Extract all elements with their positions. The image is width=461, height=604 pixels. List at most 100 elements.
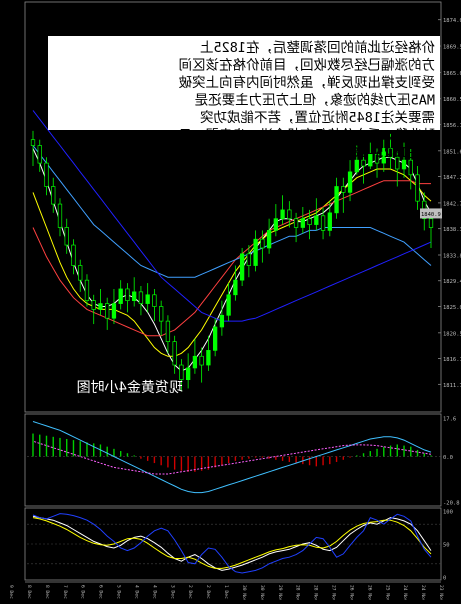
candle [327,201,332,237]
time-tick-label: 8 Dec 00:00 [44,585,50,600]
time-tick-label: 2 Dec 16:00 [187,585,193,600]
candle [132,277,137,307]
candle-body [51,186,56,205]
time-tick-label: 26 Nov 16:00 [348,585,354,600]
y-tick-label: 1851.6 [443,149,461,155]
candle-body [44,162,49,187]
candle [253,230,258,272]
y-tick-label: 1838.3 [443,227,461,233]
caption-group: 现货黄金4小时图 [77,379,183,396]
candle-body [118,288,123,304]
time-tick-label: 24 Nov 00:00 [420,585,426,600]
candle [266,218,272,254]
candle [415,166,420,210]
macd-tick-label: -20.8 [443,501,460,507]
candle [44,157,49,196]
time-tick-label: 9 Dec 08:00 [8,585,14,600]
candle [307,209,312,240]
candle-body [347,171,353,193]
candle-body [165,320,171,342]
candle [300,207,305,234]
candle [192,338,198,374]
candle-body [125,288,130,301]
y-tick-label: 1874.0 [443,18,461,24]
candle-body [206,350,211,366]
time-tick-label: 3 Dec 08:00 [169,585,175,600]
candle-body [145,294,150,304]
time-tick-label: 30 Nov 00:00 [259,585,265,600]
candle [159,300,164,336]
candle-body [287,209,292,220]
candle [138,286,144,316]
annotation-line: 需要关注1845附近位置，若不能成功突 [200,110,435,126]
y-tick-label: 1847.2 [443,175,461,181]
candle-body [253,238,258,266]
candle [239,247,245,287]
candle [91,294,96,325]
candle-body [341,186,346,193]
candle-body [239,253,245,281]
candle-body [186,367,191,381]
candle-body [246,253,252,266]
time-tick-label: 5 Dec 08:00 [116,585,122,600]
candle-body [212,326,218,351]
candle [233,265,238,301]
candle [71,239,76,275]
candle-body [401,159,407,170]
y-tick-label: 1856.1 [443,123,461,129]
y-tick-label: 1816.1 [443,357,461,363]
time-tick-label: 2 Dec 00:00 [205,585,211,600]
annotation-line: 受到支撑出现反弹，虽然时间内有向上突破 [179,74,436,91]
candle-body [152,294,157,307]
time-tick-label: 28 Nov 16:00 [295,585,301,600]
time-tick-label: 6 Dec 00:00 [98,585,104,600]
time-tick-label: 1 Dec 08:00 [223,585,229,600]
time-tick-label: 28 Nov 00:00 [313,585,319,600]
candle-body [314,215,319,225]
candle-body [91,300,96,310]
candle [172,335,177,374]
text-layer: 1874.0 1869.5 1865.0 1860.5 1856.1 1851.6 1847… [8,18,461,604]
candle [314,198,319,231]
osc-tick-label: 0 [443,576,446,582]
ma-line-3 [32,180,431,337]
candle [334,177,339,219]
candle [30,130,36,167]
y-tick-label: 1869.5 [443,45,461,51]
candle-body [428,218,434,228]
macd-tick-label: 0.0 [443,455,453,461]
candle-body [361,159,366,167]
candle-body [71,244,76,266]
candle [165,315,171,354]
candle [105,297,110,330]
time-tick-label: 7 Dec 08:00 [62,585,68,600]
candle [186,353,191,389]
candle-body [280,209,285,220]
candle-body [307,218,312,225]
candle-body [408,159,413,176]
candle-body [226,294,231,316]
candle-body [105,303,110,319]
candle-body [327,212,332,231]
candle [78,259,83,292]
candle-body [159,306,164,322]
candle [118,280,123,310]
candle [98,288,103,316]
candle-body [172,341,177,366]
candle-body [300,218,305,228]
candle-body [293,218,299,228]
panel-frame [24,413,442,507]
candle-body [415,174,420,202]
y-tick-label: 1820.5 [443,331,461,337]
ma-line-1 [32,148,432,372]
candle-body [132,291,137,301]
candle [293,212,299,243]
candle-body [84,279,90,301]
candle-body [57,203,63,228]
annotation-line: MA5压力线的迹象，但上方压力主要还是 [195,93,435,109]
candle [152,288,157,322]
time-tick-label: 29 Nov 08:00 [277,585,283,600]
candle [246,245,252,278]
osc-tick-label: 100 [443,510,453,516]
candle [84,274,90,307]
